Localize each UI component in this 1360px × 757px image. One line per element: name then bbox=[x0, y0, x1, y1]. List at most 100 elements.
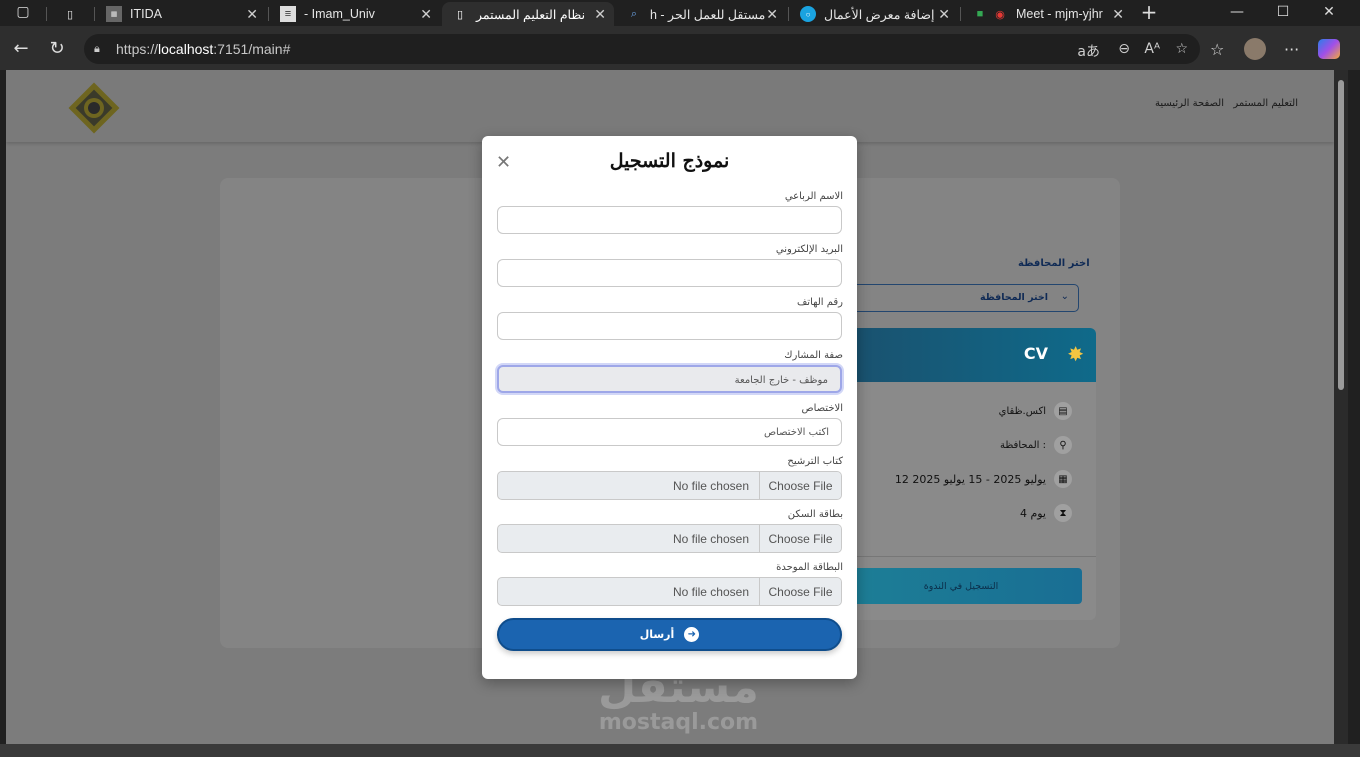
governorate-text: المحافظة : bbox=[999, 439, 1046, 451]
participant-type-select[interactable]: موظف - خارج الجامعة bbox=[497, 365, 842, 393]
course-governorate: المحافظة : ⚲ bbox=[1000, 436, 1072, 454]
duration-text: 4 يوم bbox=[1019, 506, 1046, 520]
university-logo bbox=[68, 82, 120, 134]
zoom-icon[interactable]: ⊖ bbox=[1118, 41, 1130, 57]
tab-mostaql[interactable]: ⌕ مستقل للعمل الحر - h ✕ bbox=[616, 2, 786, 26]
profile-avatar[interactable] bbox=[1244, 38, 1266, 60]
chevron-down-icon: ⌄ bbox=[1060, 291, 1069, 302]
page-viewport: التعليم المستمر الصفحة الرئيسية اختر الم… bbox=[6, 70, 1334, 744]
close-icon[interactable]: ✕ bbox=[1112, 6, 1124, 23]
read-aloud-icon[interactable]: Aᴬ bbox=[1144, 41, 1160, 57]
nav-home[interactable]: الصفحة الرئيسية bbox=[1155, 98, 1224, 109]
specialization-label: الاختصاص bbox=[801, 403, 844, 414]
governorate-label: اختر المحافظة bbox=[1018, 258, 1090, 269]
search-icon: ⌕ bbox=[630, 7, 638, 20]
program-text: اكس.ظقاي bbox=[998, 405, 1046, 417]
register-seminar-button[interactable]: التسجيل في الندوة bbox=[840, 568, 1082, 604]
no-file-text: No file chosen bbox=[672, 479, 749, 493]
itida-icon: ▦ bbox=[106, 6, 122, 22]
residence-card-label: بطاقة السكن bbox=[787, 509, 843, 520]
dates-text: 12 يوليو 2025 - 15 يوليو 2025 bbox=[894, 472, 1046, 486]
tab-imam-univ[interactable]: ≡ Imam_Univ - ✕ bbox=[270, 2, 440, 26]
phone-input[interactable] bbox=[497, 312, 842, 340]
site-info-icon[interactable]: 🔒︎ bbox=[94, 42, 108, 56]
horizontal-scrollbar[interactable] bbox=[0, 744, 1360, 757]
modal-title: نموذج التسجيل bbox=[609, 150, 730, 172]
location-pin-icon: ⚲ bbox=[1054, 436, 1072, 454]
maximize-icon[interactable]: ☐ bbox=[1268, 2, 1298, 22]
tab-portfolio[interactable]: ○ إضافة معرض الأعمال ✕ bbox=[790, 2, 958, 26]
page-icon: ▯ bbox=[456, 8, 464, 21]
residence-card-file-input[interactable]: Choose File No file chosen bbox=[497, 524, 842, 553]
choose-file-button[interactable]: Choose File bbox=[759, 525, 841, 552]
tab-meet[interactable]: ■ ◉ Meet - mjm-yjhr ✕ bbox=[962, 2, 1132, 26]
close-icon[interactable]: ✕ bbox=[420, 6, 432, 23]
recording-icon: ◉ bbox=[995, 8, 1005, 21]
favorites-icon[interactable]: ☆ bbox=[1210, 40, 1224, 59]
nomination-letter-file-input[interactable]: Choose File No file chosen bbox=[497, 471, 842, 500]
close-icon[interactable]: ✕ bbox=[594, 6, 606, 23]
unified-card-label: البطاقة الموحدة bbox=[776, 562, 843, 573]
close-icon[interactable]: ✕ bbox=[766, 6, 778, 23]
participant-type-label: صفة المشارك bbox=[784, 350, 843, 361]
specialization-input[interactable]: اكتب الاختصاص bbox=[497, 418, 842, 446]
tab-actions-icon[interactable]: ▢ bbox=[8, 2, 38, 22]
close-icon[interactable]: ✕ bbox=[496, 152, 511, 173]
course-program: اكس.ظقاي ▤ bbox=[999, 402, 1072, 420]
no-file-text: No file chosen bbox=[672, 585, 749, 599]
choose-file-button[interactable]: Choose File bbox=[759, 578, 841, 605]
site-header: التعليم المستمر الصفحة الرئيسية bbox=[6, 70, 1334, 142]
scrollbar-thumb[interactable] bbox=[1338, 80, 1344, 390]
page-scrollbar[interactable] bbox=[1334, 70, 1348, 744]
translate-icon[interactable]: aあ bbox=[1077, 41, 1100, 61]
burst-icon: ✸ bbox=[1067, 342, 1084, 366]
close-icon[interactable]: ✕ bbox=[938, 6, 950, 23]
no-file-text: No file chosen bbox=[672, 532, 749, 546]
course-title: CV bbox=[1023, 344, 1048, 363]
submit-label: أرسال bbox=[639, 628, 675, 641]
close-window-icon[interactable]: ✕ bbox=[1314, 2, 1344, 22]
favorite-icon[interactable]: ☆ bbox=[1175, 41, 1188, 57]
meet-icon: ■ bbox=[976, 8, 984, 20]
copilot-icon[interactable] bbox=[1318, 39, 1340, 59]
tab-label: ITIDA bbox=[130, 7, 162, 21]
page-icon: ▯ bbox=[66, 8, 74, 21]
divider bbox=[826, 556, 1096, 557]
participant-type-value: موظف - خارج الجامعة bbox=[734, 375, 828, 386]
close-icon[interactable]: ✕ bbox=[246, 6, 258, 23]
submit-button[interactable]: أرسال ➜ bbox=[497, 618, 842, 651]
nav-continuing-education[interactable]: التعليم المستمر bbox=[1233, 98, 1298, 109]
refresh-icon[interactable]: ↻ bbox=[46, 37, 68, 59]
course-dates: 12 يوليو 2025 - 15 يوليو 2025 ▦ bbox=[895, 470, 1072, 488]
specialization-placeholder: اكتب الاختصاص bbox=[763, 427, 829, 438]
browser-tab-bar: ▢ ▯ ▦ ITIDA ✕ ≡ Imam_Univ - ✕ ▯ نظام التعليم … bbox=[0, 0, 1360, 26]
new-tab-icon[interactable]: + bbox=[1134, 0, 1164, 24]
full-name-input[interactable] bbox=[497, 206, 842, 234]
tab-blank[interactable]: ▯ bbox=[52, 2, 92, 26]
tab-itida[interactable]: ▦ ITIDA ✕ bbox=[96, 2, 266, 26]
url-text: https://localhost:7151/main# bbox=[116, 41, 291, 57]
course-card: CV ✸ اكس.ظقاي ▤ المحافظة : ⚲ 12 يوليو 2025… bbox=[826, 328, 1096, 620]
email-label: البريد الإلكتروني bbox=[775, 244, 843, 255]
back-icon[interactable]: ← bbox=[10, 37, 32, 59]
url-field[interactable]: 🔒︎ https://localhost:7151/main# aあ ⊖ Aᴬ … bbox=[84, 34, 1200, 64]
governorate-select[interactable]: اختر المحافظة ⌄ bbox=[826, 284, 1079, 312]
watermark-latin: mostaql.com bbox=[598, 710, 759, 735]
governorate-select-value: اختر المحافظة bbox=[979, 292, 1048, 303]
calendar-icon: ▦ bbox=[1054, 470, 1072, 488]
doc-icon: ≡ bbox=[280, 6, 296, 22]
tab-label: إضافة معرض الأعمال bbox=[824, 7, 935, 22]
course-duration: 4 يوم ⧗ bbox=[1020, 504, 1072, 522]
tab-label: Imam_Univ - bbox=[304, 7, 375, 21]
address-bar-row: ← ↻ 🔒︎ https://localhost:7151/main# aあ ⊖… bbox=[0, 26, 1360, 70]
unified-card-file-input[interactable]: Choose File No file chosen bbox=[497, 577, 842, 606]
more-icon[interactable]: ··· bbox=[1284, 40, 1299, 59]
minimize-icon[interactable]: — bbox=[1222, 2, 1252, 22]
email-input[interactable] bbox=[497, 259, 842, 287]
full-name-label: الاسم الرباعي bbox=[784, 191, 843, 202]
registration-modal: نموذج التسجيل ✕ الاسم الرباعي البريد الإ… bbox=[482, 136, 857, 679]
tab-continuing-education[interactable]: ▯ نظام التعليم المستمر ✕ bbox=[442, 2, 614, 26]
choose-file-button[interactable]: Choose File bbox=[759, 472, 841, 499]
course-card-header: CV ✸ bbox=[826, 328, 1096, 382]
hourglass-icon: ⧗ bbox=[1054, 504, 1072, 522]
